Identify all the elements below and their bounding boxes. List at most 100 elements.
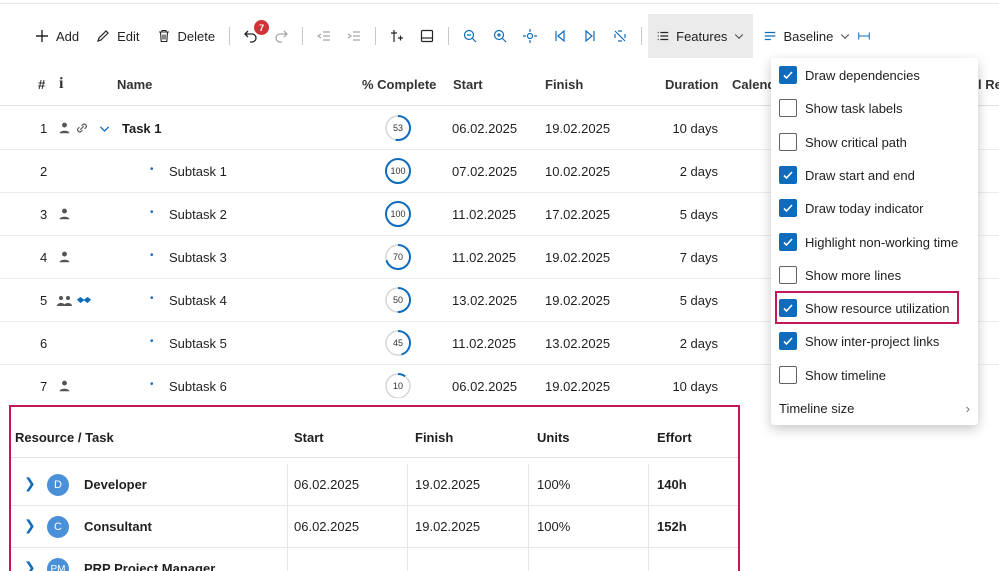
checkbox-checked-icon[interactable] — [779, 199, 797, 217]
resource-row[interactable]: ❯ PM PRP Project Manager — [11, 548, 738, 571]
percent-complete-ring[interactable]: 100 — [384, 200, 412, 228]
task-name[interactable]: Subtask 3 — [169, 250, 227, 265]
checkbox-unchecked-icon[interactable] — [779, 366, 797, 384]
zoom-out-button[interactable] — [455, 21, 485, 51]
column-header-units[interactable]: Units — [537, 430, 570, 445]
percent-complete-ring[interactable]: 53 — [384, 114, 412, 142]
task-finish[interactable]: 19.02.2025 — [545, 379, 610, 394]
feature-option[interactable]: Show inter-project links — [779, 328, 974, 354]
chevron-right-icon[interactable]: ❯ — [24, 517, 36, 534]
column-header-res-finish[interactable]: Finish — [415, 430, 453, 445]
column-header-res-start[interactable]: Start — [294, 430, 324, 445]
outdent-button[interactable] — [309, 21, 339, 51]
task-name[interactable]: Subtask 2 — [169, 207, 227, 222]
chevron-right-icon[interactable]: ❯ — [24, 559, 36, 571]
column-header-start[interactable]: Start — [453, 77, 483, 92]
percent-complete-ring[interactable]: 10 — [384, 372, 412, 400]
task-duration[interactable]: 10 days — [672, 121, 718, 136]
column-header-finish[interactable]: Finish — [545, 77, 583, 92]
task-duration[interactable]: 5 days — [680, 293, 718, 308]
indent-button[interactable] — [339, 21, 369, 51]
redo-button[interactable] — [266, 21, 296, 51]
task-name[interactable]: Subtask 6 — [169, 379, 227, 394]
resource-name[interactable]: Consultant — [84, 519, 152, 534]
task-duration[interactable]: 7 days — [680, 250, 718, 265]
resource-row[interactable]: ❯ C Consultant 06.02.2025 19.02.2025 100% 152h — [11, 506, 738, 548]
resource-name[interactable]: Developer — [84, 477, 147, 492]
task-finish[interactable]: 19.02.2025 — [545, 293, 610, 308]
feature-option[interactable]: Draw today indicator — [779, 195, 974, 221]
column-header-complete[interactable]: % Complete — [362, 77, 436, 92]
add-button[interactable]: Add — [26, 21, 87, 51]
feature-option[interactable]: Show more lines — [779, 262, 974, 288]
checkbox-checked-icon[interactable] — [779, 332, 797, 350]
task-duration[interactable]: 2 days — [680, 336, 718, 351]
percent-complete-ring[interactable]: 50 — [384, 286, 412, 314]
column-header-resource-task[interactable]: Resource / Task — [15, 430, 114, 445]
fit-to-screen-button[interactable] — [515, 21, 545, 51]
feature-option[interactable]: Show task labels — [779, 95, 974, 121]
feature-option[interactable]: Show timeline — [779, 362, 974, 388]
column-header-info[interactable]: i — [59, 75, 63, 93]
baseline-dropdown-button[interactable]: Baseline — [753, 21, 879, 51]
link-tasks-button[interactable] — [605, 21, 635, 51]
task-name[interactable]: Subtask 4 — [169, 293, 227, 308]
task-duration[interactable]: 10 days — [672, 379, 718, 394]
person-icon — [59, 122, 70, 134]
feature-option[interactable]: Draw dependencies — [779, 62, 974, 88]
task-finish[interactable]: 17.02.2025 — [545, 207, 610, 222]
percent-complete-ring[interactable]: 70 — [384, 243, 412, 271]
feature-option[interactable]: Draw start and end — [779, 162, 974, 188]
column-header-number[interactable]: # — [38, 77, 45, 92]
resource-units: 100% — [537, 477, 571, 492]
percent-complete-ring[interactable]: 45 — [384, 329, 412, 357]
column-header-duration[interactable]: Duration — [665, 77, 718, 92]
checkbox-checked-icon[interactable] — [779, 66, 797, 84]
timeline-size-submenu[interactable]: Timeline size › — [779, 395, 974, 421]
features-dropdown-button[interactable]: Features — [648, 14, 754, 58]
feature-option-label: Draw dependencies — [805, 67, 920, 83]
scroll-to-start-button[interactable] — [545, 21, 575, 51]
task-start[interactable]: 06.02.2025 — [452, 379, 517, 394]
task-start[interactable]: 11.02.2025 — [452, 207, 516, 222]
add-subtask-button[interactable] — [382, 21, 412, 51]
scroll-to-end-button[interactable] — [575, 21, 605, 51]
column-header-effort[interactable]: Effort — [657, 430, 692, 445]
column-header-resources[interactable]: l Re — [978, 77, 999, 92]
resource-row[interactable]: ❯ D Developer 06.02.2025 19.02.2025 100% 140h — [11, 464, 738, 506]
task-name[interactable]: Subtask 1 — [169, 164, 227, 179]
task-start[interactable]: 06.02.2025 — [452, 121, 517, 136]
task-start[interactable]: 07.02.2025 — [452, 164, 517, 179]
checkbox-checked-icon[interactable] — [779, 233, 797, 251]
resource-name[interactable]: PRP Project Manager — [84, 561, 215, 571]
percent-complete-ring[interactable]: 100 — [384, 157, 412, 185]
checkbox-unchecked-icon[interactable] — [779, 133, 797, 151]
task-start[interactable]: 11.02.2025 — [452, 250, 516, 265]
chevron-down-icon[interactable] — [98, 122, 111, 135]
resource-effort: 152h — [657, 519, 687, 534]
task-finish[interactable]: 13.02.2025 — [545, 336, 610, 351]
delete-button[interactable]: Delete — [148, 21, 224, 51]
column-header-name[interactable]: Name — [117, 77, 152, 92]
checkbox-unchecked-icon[interactable] — [779, 99, 797, 117]
task-name[interactable]: Subtask 5 — [169, 336, 227, 351]
task-duration[interactable]: 5 days — [680, 207, 718, 222]
undo-button[interactable]: 7 — [236, 20, 270, 51]
chevron-down-icon — [841, 34, 850, 39]
edit-button[interactable]: Edit — [87, 21, 147, 51]
task-finish[interactable]: 10.02.2025 — [545, 164, 610, 179]
chevron-right-icon[interactable]: ❯ — [24, 475, 36, 492]
task-name[interactable]: Task 1 — [122, 121, 162, 136]
checkbox-checked-icon[interactable] — [779, 166, 797, 184]
checkbox-unchecked-icon[interactable] — [779, 266, 797, 284]
column-header-calendar[interactable]: Calend — [732, 77, 775, 92]
feature-option[interactable]: Highlight non-working time — [779, 229, 974, 255]
task-start[interactable]: 13.02.2025 — [452, 293, 517, 308]
task-start[interactable]: 11.02.2025 — [452, 336, 516, 351]
zoom-in-button[interactable] — [485, 21, 515, 51]
task-finish[interactable]: 19.02.2025 — [545, 250, 610, 265]
task-details-button[interactable] — [412, 21, 442, 51]
task-finish[interactable]: 19.02.2025 — [545, 121, 610, 136]
feature-option[interactable]: Show critical path — [779, 129, 974, 155]
task-duration[interactable]: 2 days — [680, 164, 718, 179]
